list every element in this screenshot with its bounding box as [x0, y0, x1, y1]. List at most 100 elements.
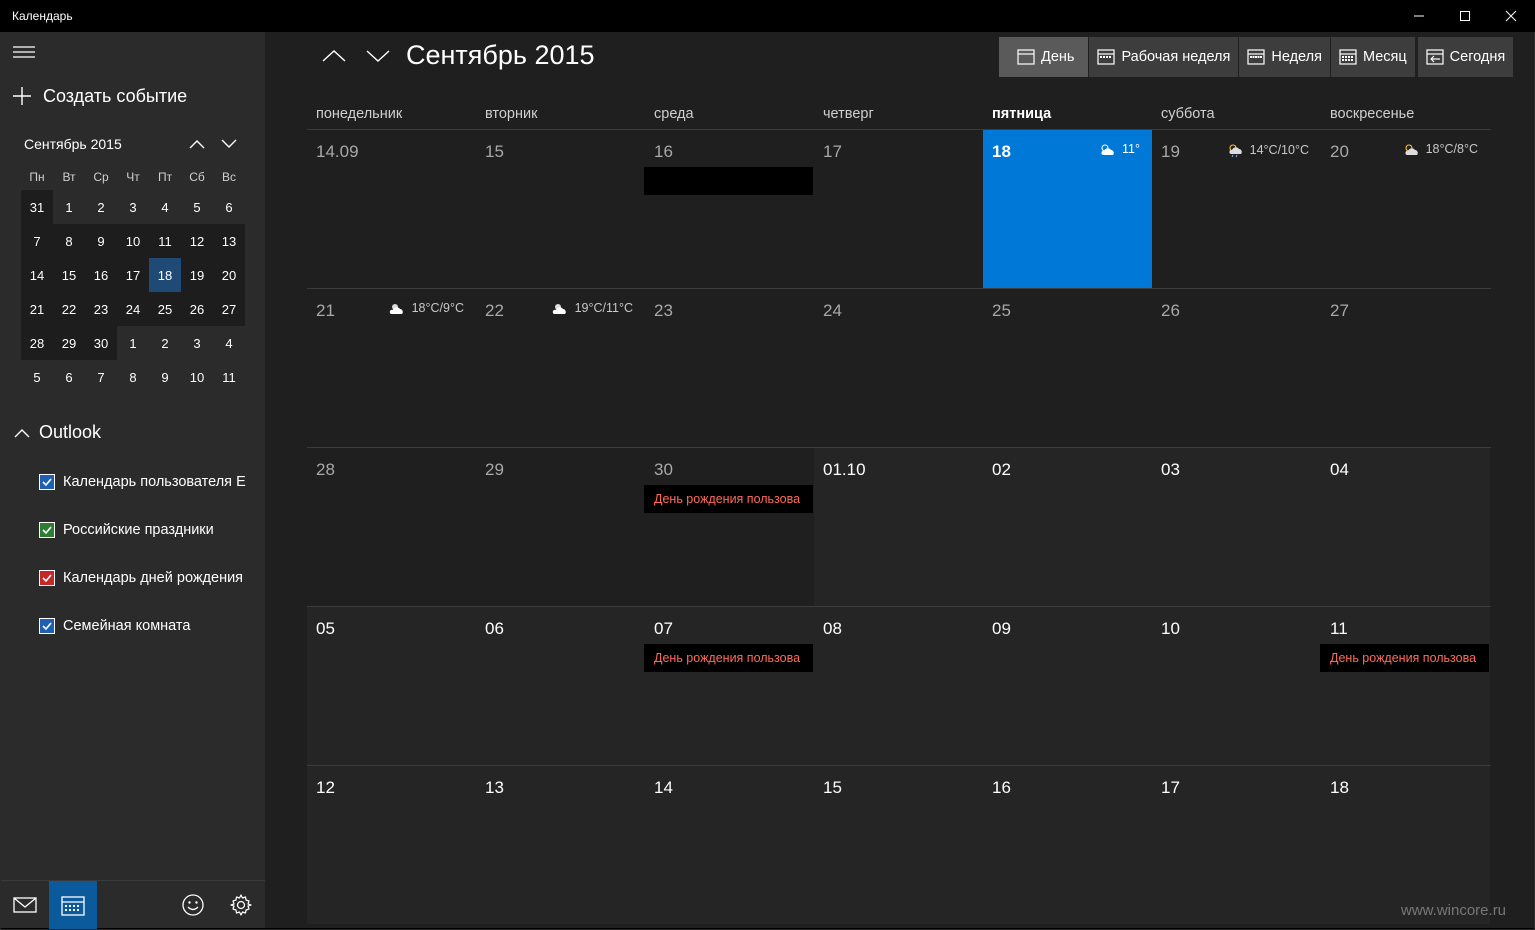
mini-day[interactable]: 30	[85, 326, 117, 360]
next-month-button[interactable]	[363, 44, 393, 68]
mini-day[interactable]: 9	[85, 224, 117, 258]
mini-day[interactable]: 5	[181, 190, 213, 224]
mini-day[interactable]: 14	[21, 258, 53, 292]
day-cell[interactable]: 15	[476, 130, 645, 288]
hamburger-menu-button[interactable]	[13, 42, 37, 62]
mini-day[interactable]: 11	[149, 224, 181, 258]
mini-day[interactable]: 22	[53, 292, 85, 326]
mini-day[interactable]: 17	[117, 258, 149, 292]
mini-day[interactable]: 6	[53, 360, 85, 394]
day-cell[interactable]: 17	[1152, 766, 1321, 924]
mini-calendar-prev-button[interactable]	[186, 134, 208, 154]
mini-day[interactable]: 24	[117, 292, 149, 326]
day-cell[interactable]: 29	[476, 448, 645, 606]
calendar-toggle-holidays[interactable]: Российские праздники	[39, 522, 259, 538]
day-cell[interactable]: 12	[307, 766, 476, 924]
mini-day[interactable]: 25	[149, 292, 181, 326]
day-cell[interactable]: 27	[1321, 289, 1490, 447]
mini-day[interactable]: 7	[21, 224, 53, 258]
day-cell[interactable]: 18	[1321, 766, 1490, 924]
day-cell[interactable]: 25	[983, 289, 1152, 447]
day-cell[interactable]: 13	[476, 766, 645, 924]
day-cell[interactable]: 14	[645, 766, 814, 924]
mini-day[interactable]: 11	[213, 360, 245, 394]
day-cell[interactable]: 02	[983, 448, 1152, 606]
mail-button[interactable]	[1, 881, 49, 929]
mini-day[interactable]: 12	[181, 224, 213, 258]
day-cell[interactable]: 16	[644, 130, 814, 288]
settings-button[interactable]	[217, 881, 265, 929]
day-cell[interactable]: 21 18°C/9°C	[307, 289, 476, 447]
day-cell[interactable]: 14.09	[307, 130, 476, 288]
mini-day[interactable]: 27	[213, 292, 245, 326]
day-cell[interactable]: 06	[476, 607, 645, 765]
day-cell[interactable]: 03	[1152, 448, 1321, 606]
day-cell[interactable]: 04	[1321, 448, 1490, 606]
birthday-event[interactable]: День рождения пользова	[644, 644, 813, 672]
mini-day-today[interactable]: 18	[149, 258, 181, 292]
mini-day[interactable]: 16	[85, 258, 117, 292]
day-cell[interactable]: 26	[1152, 289, 1321, 447]
day-cell[interactable]: 05	[307, 607, 476, 765]
mini-day[interactable]: 4	[213, 326, 245, 360]
feedback-button[interactable]	[169, 881, 217, 929]
mini-day[interactable]: 8	[117, 360, 149, 394]
mini-calendar-title[interactable]: Сентябрь 2015	[24, 136, 122, 152]
mini-day[interactable]: 3	[117, 190, 149, 224]
mini-day[interactable]: 3	[181, 326, 213, 360]
mini-day[interactable]: 1	[117, 326, 149, 360]
mini-calendar-next-button[interactable]	[218, 134, 240, 154]
day-cell[interactable]: 10	[1152, 607, 1321, 765]
account-header-outlook[interactable]: Outlook	[13, 422, 101, 443]
checkbox-checked[interactable]	[39, 474, 55, 490]
mini-day[interactable]: 20	[213, 258, 245, 292]
mini-day[interactable]: 7	[85, 360, 117, 394]
month-title[interactable]: Сентябрь 2015	[406, 40, 595, 71]
new-event-button[interactable]: Создать событие	[11, 84, 187, 108]
mini-day[interactable]: 29	[53, 326, 85, 360]
day-cell[interactable]: 20 18°C/8°C	[1321, 130, 1490, 288]
day-cell[interactable]: 15	[814, 766, 983, 924]
minimize-button[interactable]	[1396, 0, 1442, 32]
event-redacted[interactable]	[644, 167, 813, 195]
checkbox-checked[interactable]	[39, 522, 55, 538]
mini-day[interactable]: 1	[53, 190, 85, 224]
mini-day[interactable]: 5	[21, 360, 53, 394]
checkbox-checked[interactable]	[39, 618, 55, 634]
mini-day[interactable]: 28	[21, 326, 53, 360]
day-cell[interactable]: 23	[645, 289, 814, 447]
mini-day[interactable]: 2	[149, 326, 181, 360]
mini-day[interactable]: 10	[181, 360, 213, 394]
checkbox-checked[interactable]	[39, 570, 55, 586]
day-cell[interactable]: 09	[983, 607, 1152, 765]
day-cell-today[interactable]: 18 11°	[983, 130, 1152, 288]
day-cell[interactable]: 11 День рождения пользова	[1320, 607, 1490, 765]
view-week-button[interactable]: Неделя	[1239, 37, 1330, 77]
day-cell[interactable]: 22 19°C/11°C	[476, 289, 645, 447]
view-month-button[interactable]: Месяц	[1330, 37, 1415, 77]
mini-day[interactable]: 31	[21, 190, 53, 224]
day-cell[interactable]: 28	[307, 448, 476, 606]
mini-day[interactable]: 26	[181, 292, 213, 326]
mini-day[interactable]: 2	[85, 190, 117, 224]
mini-day[interactable]: 19	[181, 258, 213, 292]
close-button[interactable]	[1488, 0, 1534, 32]
mini-day[interactable]: 8	[53, 224, 85, 258]
birthday-event[interactable]: День рождения пользова	[644, 485, 813, 513]
mini-day[interactable]: 13	[213, 224, 245, 258]
birthday-event[interactable]: День рождения пользова	[1320, 644, 1489, 672]
day-cell[interactable]: 30 День рождения пользова	[644, 448, 814, 606]
calendar-toggle-family[interactable]: Семейная комната	[39, 618, 259, 634]
maximize-button[interactable]	[1442, 0, 1488, 32]
mini-day[interactable]: 23	[85, 292, 117, 326]
day-cell[interactable]: 24	[814, 289, 983, 447]
today-button[interactable]: Сегодня	[1417, 37, 1514, 77]
calendar-toggle-user[interactable]: Календарь пользователя Е	[39, 474, 259, 490]
mini-day[interactable]: 4	[149, 190, 181, 224]
calendar-toggle-birthdays[interactable]: Календарь дней рождения	[39, 570, 259, 586]
mini-day[interactable]: 9	[149, 360, 181, 394]
mini-day[interactable]: 10	[117, 224, 149, 258]
day-cell[interactable]: 08	[814, 607, 983, 765]
day-cell[interactable]: 17	[814, 130, 983, 288]
day-cell[interactable]: 01.10	[814, 448, 983, 606]
